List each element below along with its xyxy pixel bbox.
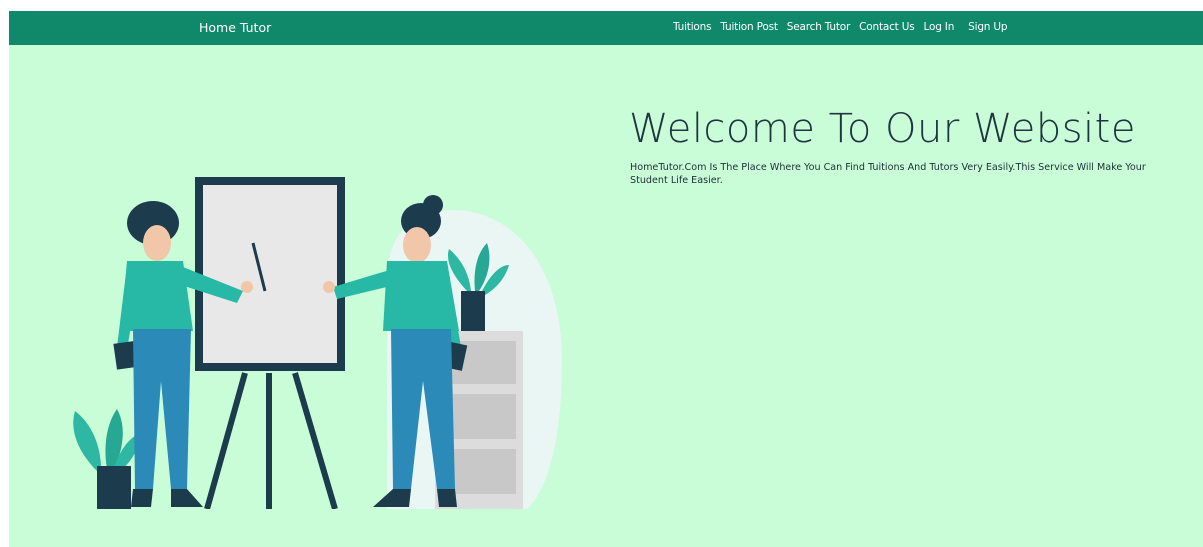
top-navbar: Home Tutor Tuitions Tuition Post Search … — [9, 11, 1203, 45]
nav-link-search-tutor[interactable]: Search Tutor — [787, 21, 851, 33]
brand-logo-link[interactable]: Home Tutor — [199, 20, 271, 35]
teachers-whiteboard-illustration — [73, 177, 562, 509]
nav-link-contact-us[interactable]: Contact Us — [859, 21, 915, 33]
nav-link-tuition-post[interactable]: Tuition Post — [720, 21, 778, 33]
nav-link-sign-up[interactable]: Sign Up — [968, 21, 1007, 33]
nav-link-tuitions[interactable]: Tuitions — [673, 21, 712, 33]
plant-icon — [73, 409, 141, 509]
hero-description: HomeTutor.Com Is The Place Where You Can… — [630, 162, 1146, 186]
page-frame: Home Tutor Tuitions Tuition Post Search … — [9, 11, 1203, 547]
hero-title: Welcome To Our Website — [629, 106, 1136, 152]
nav-links: Tuitions Tuition Post Search Tutor Conta… — [673, 21, 1016, 33]
whiteboard-icon — [195, 177, 345, 509]
nav-link-log-in[interactable]: Log In — [924, 21, 955, 33]
